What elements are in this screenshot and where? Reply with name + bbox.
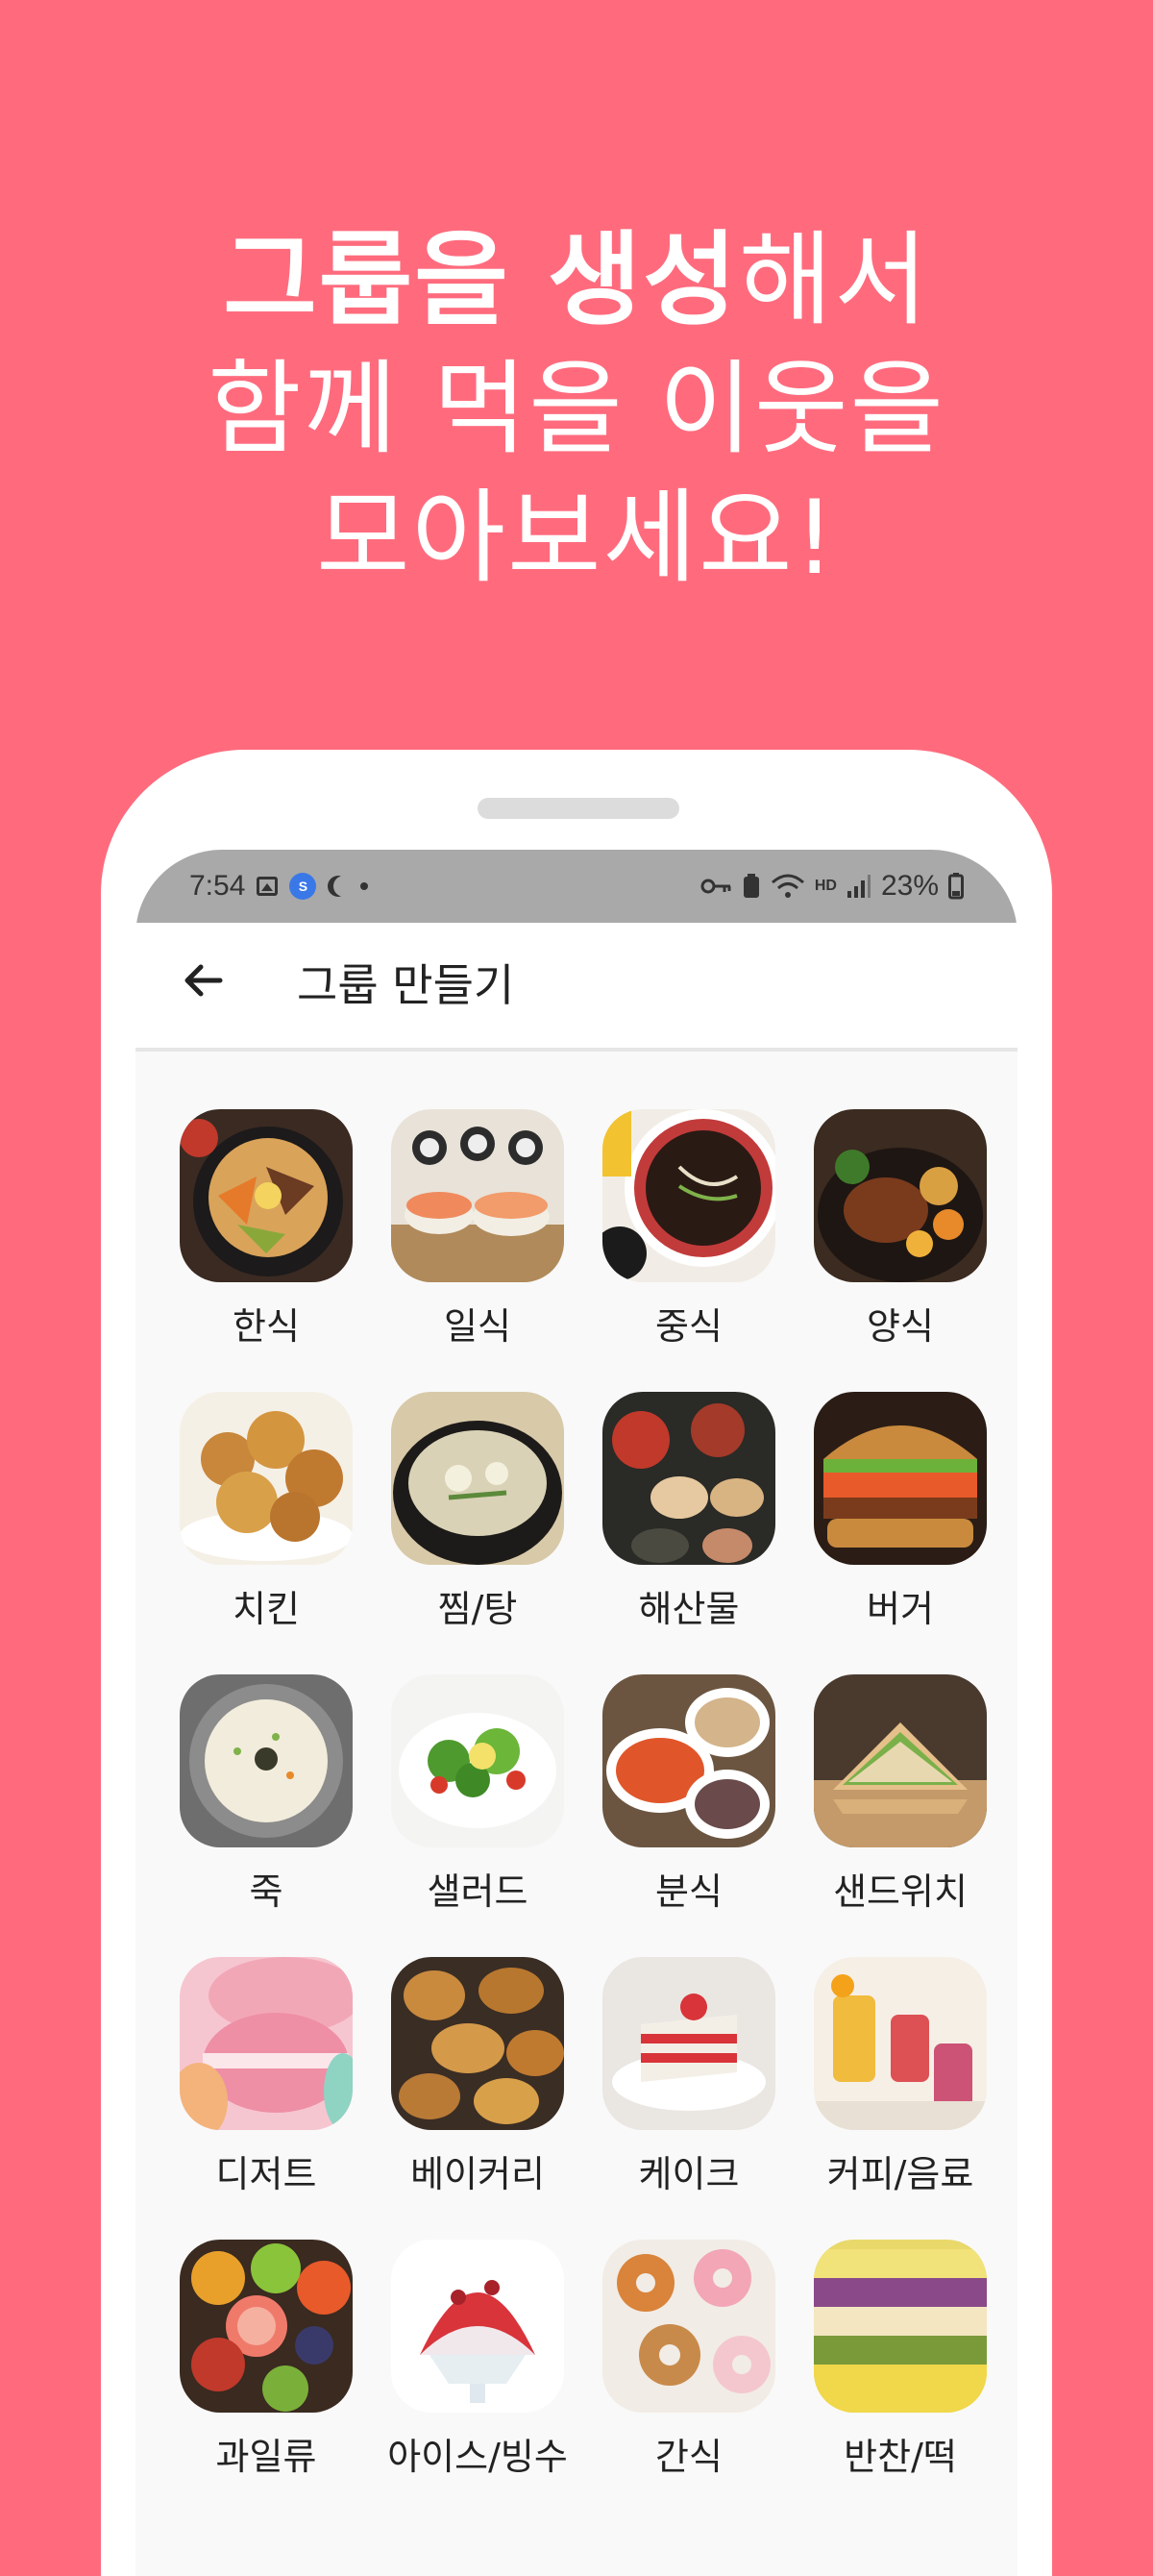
category-label: 찜/탕 — [437, 1588, 518, 1630]
category-label: 디저트 — [215, 2153, 317, 2195]
battery-icon — [948, 873, 964, 900]
seafood-photo — [602, 1392, 775, 1565]
more-notifications-icon — [360, 882, 369, 890]
category-label: 베이커리 — [410, 2153, 545, 2195]
bread-photo — [391, 1957, 564, 2130]
do-not-disturb-icon — [333, 876, 355, 897]
category-label: 중식 — [655, 1305, 723, 1348]
promo-headline: 그룹을 생성해서 함께 먹을 이웃을 모아보세요! — [0, 216, 1153, 603]
jajangmyeon-photo — [602, 1109, 775, 1282]
category-label: 죽 — [249, 1870, 283, 1913]
network-type-label: HD — [814, 878, 837, 894]
back-button[interactable] — [174, 952, 232, 1009]
burger-photo — [814, 1392, 987, 1565]
status-bar: 7:54 S HD 23% — [135, 850, 1018, 923]
key-icon — [700, 879, 731, 894]
category-label: 해산물 — [638, 1588, 740, 1630]
category-label: 반찬/떡 — [844, 2436, 957, 2478]
page-title: 그룹 만들기 — [297, 959, 515, 1011]
drinks-photo — [814, 1957, 987, 2130]
category-label: 양식 — [867, 1305, 934, 1348]
bibimbap-photo — [180, 1109, 353, 1282]
signal-icon — [846, 875, 871, 898]
app-bar: 그룹 만들기 — [135, 923, 1018, 1052]
rice-cake-photo — [814, 2240, 987, 2413]
porridge-photo — [180, 1674, 353, 1847]
security-icon — [743, 874, 759, 898]
category-label: 버거 — [867, 1588, 934, 1630]
category-label: 샌드위치 — [833, 1870, 968, 1913]
status-time: 7:54 — [189, 870, 246, 902]
phone-frame: 7:54 S HD 23% 그룹 만들기 한식 일식 중식 양식 치킨 찜/탕 … — [101, 750, 1052, 2576]
promo-line-3: 모아보세요! — [315, 479, 838, 597]
battery-percent: 23% — [880, 870, 939, 902]
fried-chicken-photo — [180, 1392, 353, 1565]
category-label: 치킨 — [233, 1588, 300, 1630]
category-label: 간식 — [655, 2436, 723, 2478]
sandwich-photo — [814, 1674, 987, 1847]
category-label: 한식 — [233, 1305, 300, 1348]
category-label: 아이스/빙수 — [387, 2436, 568, 2478]
promo-line-1-bold-b: 생성 — [547, 221, 739, 339]
promo-line-1: 그룹을 생성해서 — [0, 216, 1153, 345]
promo-line-2: 함께 먹을 이웃을 — [207, 350, 946, 468]
app-notification-icon: S — [289, 873, 317, 900]
wifi-icon — [771, 874, 804, 898]
cake-photo — [602, 1957, 775, 2130]
donut-photo — [602, 2240, 775, 2413]
sushi-photo — [391, 1109, 564, 1282]
tteokbokki-photo — [602, 1674, 775, 1847]
gallery-notification-icon — [257, 877, 279, 896]
phone-screen: 7:54 S HD 23% 그룹 만들기 한식 일식 중식 양식 치킨 찜/탕 … — [135, 850, 1018, 2576]
salad-photo — [391, 1674, 564, 1847]
category-label: 케이크 — [638, 2153, 740, 2195]
fruit-photo — [180, 2240, 353, 2413]
macaron-photo — [180, 1957, 353, 2130]
promo-line-1-bold-a: 그룹을 — [223, 221, 548, 339]
category-label: 샐러드 — [427, 1870, 528, 1913]
stew-photo — [391, 1392, 564, 1565]
category-label: 과일류 — [215, 2436, 317, 2478]
bingsu-photo — [391, 2240, 564, 2413]
back-arrow-icon — [184, 964, 223, 997]
category-label: 커피/음료 — [826, 2153, 974, 2195]
steak-photo — [814, 1109, 987, 1282]
category-label: 분식 — [655, 1870, 723, 1913]
category-label: 일식 — [444, 1305, 511, 1348]
phone-speaker — [478, 798, 679, 819]
promo-line-1-rest: 해서 — [738, 221, 930, 339]
